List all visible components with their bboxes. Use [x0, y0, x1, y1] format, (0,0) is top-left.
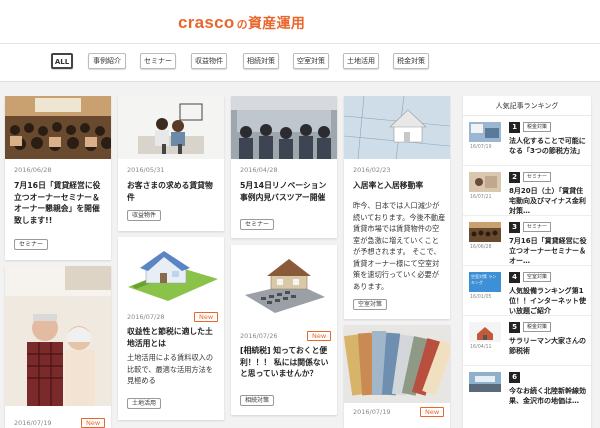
article-date: 2016/06/28 [14, 166, 52, 174]
article-title[interactable]: 入居率と入居移動率 [353, 180, 445, 192]
ranking-title[interactable]: サラリーマン大家さんの節税術 [509, 336, 589, 356]
house-lawn-illustration [118, 237, 224, 302]
article-title[interactable]: 5月14日リノベーション事例内見バスツアー開催 [240, 180, 332, 203]
tab-all[interactable]: ALL [51, 53, 73, 69]
bus-tour-photo [231, 96, 337, 159]
rank-number: 4 [509, 272, 520, 283]
article-excerpt: 昨今、日本では人口減少が続いております。今後不動産賃貸市場では賃貸物件の空室が急… [353, 201, 446, 291]
article-card[interactable]: 2016/06/28 7月16日「賃貸経営に役立つオーナーセミナー＆オーナー懇親… [5, 96, 111, 260]
ranking-thumbnail [469, 222, 501, 242]
article-card[interactable]: 2016/05/31 お客さまの求める賃貸物件 収益物件 [118, 96, 224, 231]
ranking-date: 16/07/19 [470, 145, 492, 150]
color-swatches-photo [344, 325, 450, 403]
tab-inheritance[interactable]: 相続対策 [243, 53, 279, 69]
site-header: crasco の資産運用 [0, 0, 600, 44]
popular-articles-ranking: 人気記事ランキング 16/07/19 1 税金対策 法人化することで可能になる「… [463, 96, 591, 428]
ranking-title[interactable]: 人気設備ランキング第1位！！インターネット使い放題ご紹介 [509, 286, 589, 316]
article-card[interactable]: 2016/04/28 5月14日リノベーション事例内見バスツアー開催 セミナー [231, 96, 337, 238]
ranking-date: 16/04/11 [470, 345, 492, 350]
new-badge: New [420, 407, 445, 417]
ranking-date: 16/01/05 [470, 295, 492, 300]
article-title[interactable]: [相続税] 知っておくと便利！！！ 私には関係ないと思っていませんか？ [240, 345, 332, 380]
ranking-thumbnail [469, 322, 501, 342]
ranking-tag[interactable]: 税金対策 [523, 122, 552, 132]
article-card[interactable]: 2016/07/19 New [5, 266, 111, 428]
couple-photo [118, 96, 224, 159]
ranking-tag[interactable]: セミナー [523, 172, 552, 182]
article-card[interactable]: 2016/07/26 New [相続税] 知っておくと便利！！！ 私には関係ない… [231, 245, 337, 415]
article-date: 2016/04/28 [240, 166, 278, 174]
house-calculator-photo [231, 245, 337, 325]
new-badge: New [307, 331, 332, 341]
article-card[interactable]: 2016/02/23 入居率と入居移動率 昨今、日本では人口減少が続いております… [344, 96, 450, 319]
article-excerpt: 土地活用による賃料収入の比較で、最適な活用方法を見極める [127, 353, 214, 385]
ranking-tag[interactable]: 税金対策 [523, 322, 552, 332]
ranking-thumbnail [469, 172, 501, 192]
article-date: 2016/07/28 [127, 313, 165, 321]
rank-number: 6 [509, 372, 520, 383]
ranking-item[interactable]: 6 今なお続く北陸新幹線効果、金沢市の地価は… [463, 367, 591, 416]
category-tag[interactable]: セミナー [240, 219, 275, 230]
ranking-heading: 人気記事ランキング [463, 96, 591, 116]
category-tag[interactable]: セミナー [14, 239, 49, 250]
tab-seminar[interactable]: セミナー [140, 53, 176, 69]
ranking-item[interactable]: 空室対策 ランキング 16/01/05 4 空室対策 人気設備ランキング第1位！… [463, 267, 591, 316]
ranking-date: 16/07/21 [470, 195, 492, 200]
new-badge: New [194, 312, 219, 322]
ranking-title[interactable]: 法人化することで可能になる「3つの節税方法」 [509, 136, 589, 156]
category-tag[interactable]: 収益物件 [127, 210, 162, 221]
article-title[interactable]: お客さまの求める賃貸物件 [127, 180, 219, 203]
rank-number: 5 [509, 322, 520, 333]
ranking-title[interactable]: 今なお続く北陸新幹線効果、金沢市の地価は… [509, 386, 589, 406]
ranking-title[interactable]: 7月16日「賃貸経営に役立つオーナーセミナー＆オー… [509, 236, 589, 266]
ranking-item[interactable]: 16/07/19 1 税金対策 法人化することで可能になる「3つの節税方法」 [463, 117, 591, 166]
ranking-thumbnail [469, 372, 501, 392]
article-date: 2016/02/23 [353, 166, 391, 174]
ranking-item[interactable]: 16/04/11 5 税金対策 サラリーマン大家さんの節税術 [463, 317, 591, 366]
ranking-thumbnail: 空室対策 ランキング [469, 272, 501, 292]
tab-case-studies[interactable]: 事例紹介 [88, 53, 126, 69]
house-blueprint-photo [344, 96, 450, 159]
article-date: 2016/07/26 [240, 332, 278, 340]
article-card[interactable]: 2016/07/28 New 収益性と節税に適した土地活用とは 土地活用による賃… [118, 237, 224, 420]
category-tag[interactable]: 空室対策 [353, 299, 388, 310]
category-tag[interactable]: 相続対策 [240, 395, 275, 406]
new-badge: New [81, 418, 106, 428]
ranking-title[interactable]: 8月20日（土）「賃貸住宅動向及びマイナス金利対策… [509, 186, 589, 216]
ranking-tag[interactable]: 空室対策 [523, 272, 552, 282]
ranking-item[interactable]: 16/06/28 3 セミナー 7月16日「賃貸経営に役立つオーナーセミナー＆オ… [463, 217, 591, 266]
ranking-tag[interactable]: セミナー [523, 222, 552, 232]
category-nav: ALL 事例紹介 セミナー 収益物件 相続対策 空室対策 土地活用 税金対策 [0, 44, 600, 82]
article-date: 2016/07/19 [353, 408, 391, 416]
article-title[interactable]: 収益性と節税に適した土地活用とは [127, 326, 219, 349]
tab-vacancy[interactable]: 空室対策 [293, 53, 329, 69]
rank-number: 1 [509, 122, 520, 133]
category-tag[interactable]: 土地活用 [127, 398, 162, 409]
logo-particle: の [236, 18, 248, 31]
article-title[interactable]: 7月16日「賃貸経営に役立つオーナーセミナー＆オーナー懇親会」を開催致します!! [14, 180, 106, 226]
article-card[interactable]: 2016/07/19 New [344, 325, 450, 428]
rank-number: 3 [509, 222, 520, 233]
logo-service: 資産運用 [247, 16, 306, 32]
ranking-thumbnail [469, 122, 501, 142]
tab-income-property[interactable]: 収益物件 [191, 53, 227, 69]
tab-land-use[interactable]: 土地活用 [343, 53, 379, 69]
ranking-item[interactable]: 16/07/21 2 セミナー 8月20日（土）「賃貸住宅動向及びマイナス金利対… [463, 167, 591, 216]
article-date: 2016/05/31 [127, 166, 165, 174]
site-logo[interactable]: crasco の資産運用 [178, 13, 305, 33]
logo-brand: crasco [178, 13, 235, 32]
seminar-photo [5, 96, 111, 159]
rank-number: 2 [509, 172, 520, 183]
article-date: 2016/07/19 [14, 419, 52, 427]
senior-couple-photo [5, 266, 111, 406]
ranking-date: 16/06/28 [470, 245, 492, 250]
tab-tax[interactable]: 税金対策 [393, 53, 429, 69]
